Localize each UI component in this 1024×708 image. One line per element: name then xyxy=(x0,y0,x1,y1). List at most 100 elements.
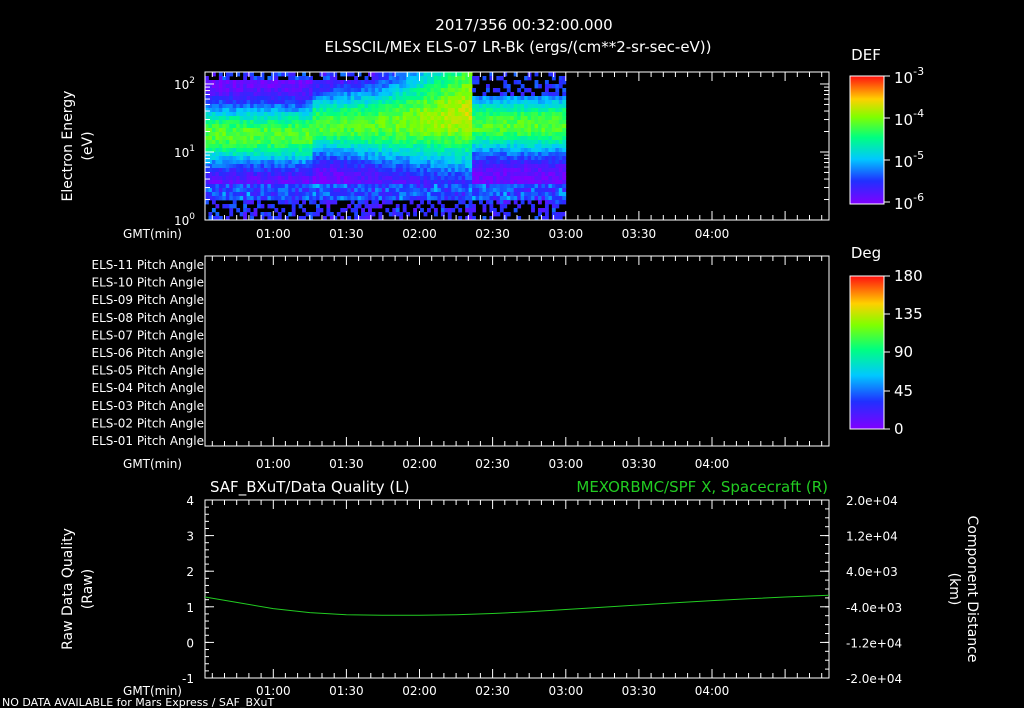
spectrogram-cell xyxy=(534,132,539,137)
spectrogram-cell xyxy=(267,116,272,121)
spectrogram-cell xyxy=(562,92,567,97)
spectrogram-cell xyxy=(236,116,241,121)
component-distance-label-line1: Component Distance xyxy=(964,516,980,663)
spectrogram-cell xyxy=(326,204,331,209)
spectrogram-cell xyxy=(218,120,223,125)
spectrogram-cell xyxy=(381,128,386,133)
spectrogram-time-label: 01:30 xyxy=(329,227,364,241)
spectrogram-cell xyxy=(482,108,487,113)
spectrogram-cell xyxy=(302,172,306,177)
spectrogram-cell xyxy=(548,168,553,173)
spectrogram-cell xyxy=(277,80,282,85)
spectrogram-cell xyxy=(257,184,261,189)
spectrogram-cell xyxy=(343,112,348,117)
spectrogram-cell xyxy=(402,196,407,201)
spectrogram-cell xyxy=(454,136,459,141)
spectrogram-cell xyxy=(284,148,289,153)
spectrogram-cell xyxy=(475,148,480,153)
spectrogram-cell xyxy=(232,148,237,153)
spectrogram-cell xyxy=(291,204,296,209)
spectrogram-cell xyxy=(479,104,483,109)
spectrogram-cell xyxy=(531,92,535,97)
spectrogram-cell xyxy=(277,128,282,133)
spectrogram-cell xyxy=(562,100,567,105)
spectrogram-cell xyxy=(298,104,303,109)
spectrogram-cell xyxy=(274,184,279,189)
spectrogram-cell xyxy=(260,104,265,109)
spectrogram-cell xyxy=(329,152,334,157)
spectrogram-cell xyxy=(260,204,265,209)
spectrogram-cell xyxy=(357,116,362,121)
spectrogram-cell xyxy=(427,92,431,97)
spectrogram-cell xyxy=(260,132,265,137)
spectrogram-cell xyxy=(468,164,473,169)
spectrogram-cell xyxy=(309,148,313,153)
spectrogram-cell xyxy=(472,108,476,113)
spectrogram-cell xyxy=(374,100,379,105)
spectrogram-cell xyxy=(409,108,414,113)
spectrogram-cell xyxy=(510,124,515,129)
spectrogram-cell xyxy=(520,100,525,105)
spectrogram-cell xyxy=(347,148,352,153)
spectrogram-cell xyxy=(298,76,303,81)
spectrogram-cell xyxy=(218,104,223,109)
spectrogram-cell xyxy=(440,136,445,141)
spectrogram-cell xyxy=(451,192,456,197)
spectrogram-cell xyxy=(479,180,483,185)
spectrogram-cell xyxy=(430,180,435,185)
spectrogram-cell xyxy=(402,184,407,189)
spectrogram-cell xyxy=(468,84,473,89)
spectrogram-cell xyxy=(392,192,397,197)
spectrogram-cell xyxy=(250,140,254,145)
spectrogram-cell xyxy=(250,112,254,117)
spectrogram-cell xyxy=(336,148,341,153)
spectrogram-cell xyxy=(510,100,515,105)
spectrogram-cell xyxy=(319,72,324,77)
spectrogram-cell xyxy=(316,84,320,89)
spectrogram-cell xyxy=(364,132,369,137)
spectrogram-cell xyxy=(333,88,338,93)
spectrogram-cell xyxy=(236,96,241,101)
spectrogram-cell xyxy=(430,176,435,181)
spectrogram-cell xyxy=(472,144,476,149)
spectrogram-cell xyxy=(243,136,248,141)
spectrogram-cell xyxy=(357,136,362,141)
def-colorbar xyxy=(849,75,885,205)
spectrogram-cell xyxy=(534,144,539,149)
spectrogram-cell xyxy=(513,172,518,177)
spectrogram-cell xyxy=(374,72,379,77)
spectrogram-cell xyxy=(329,128,334,133)
spectrogram-cell xyxy=(409,184,414,189)
spectrogram-cell xyxy=(319,100,324,105)
spectrogram-cell xyxy=(343,120,348,125)
spectrogram-cell xyxy=(468,152,473,157)
spectrogram-cell xyxy=(322,172,327,177)
spectrogram-cell xyxy=(305,156,310,161)
spectrogram-cell xyxy=(506,156,511,161)
spectrogram-cell xyxy=(423,120,428,125)
spectrogram-cell xyxy=(229,156,234,161)
spectrogram-cell xyxy=(496,96,501,101)
def-colorbar-title: DEF xyxy=(851,46,881,64)
spectrogram-cell xyxy=(295,200,300,205)
spectrogram-cell xyxy=(267,104,272,109)
spectrogram-cell xyxy=(454,144,459,149)
quality-right-ticks: 2.0e+041.2e+044.0e+03-4.0e+03-1.2e+04-2.… xyxy=(820,494,902,686)
spectrogram-cell xyxy=(427,144,431,149)
spectrogram-cell xyxy=(218,168,223,173)
spectrogram-cell xyxy=(371,124,376,129)
spectrogram-cell xyxy=(333,172,338,177)
spectrogram-cell xyxy=(364,108,369,113)
spectrogram-cell xyxy=(454,112,459,117)
spectrogram-cell xyxy=(250,184,254,189)
spectrogram-cell xyxy=(281,192,286,197)
spectrogram-cell xyxy=(416,144,421,149)
deg-colorbar xyxy=(849,275,885,430)
spectrogram-cell xyxy=(399,168,404,173)
spectrogram-cell xyxy=(475,164,480,169)
spectrogram-cell xyxy=(319,148,324,153)
spectrogram-cell xyxy=(395,128,400,133)
spectrogram-cell xyxy=(381,88,386,93)
spectrogram-cell xyxy=(361,112,365,117)
spectrogram-cell xyxy=(284,176,289,181)
